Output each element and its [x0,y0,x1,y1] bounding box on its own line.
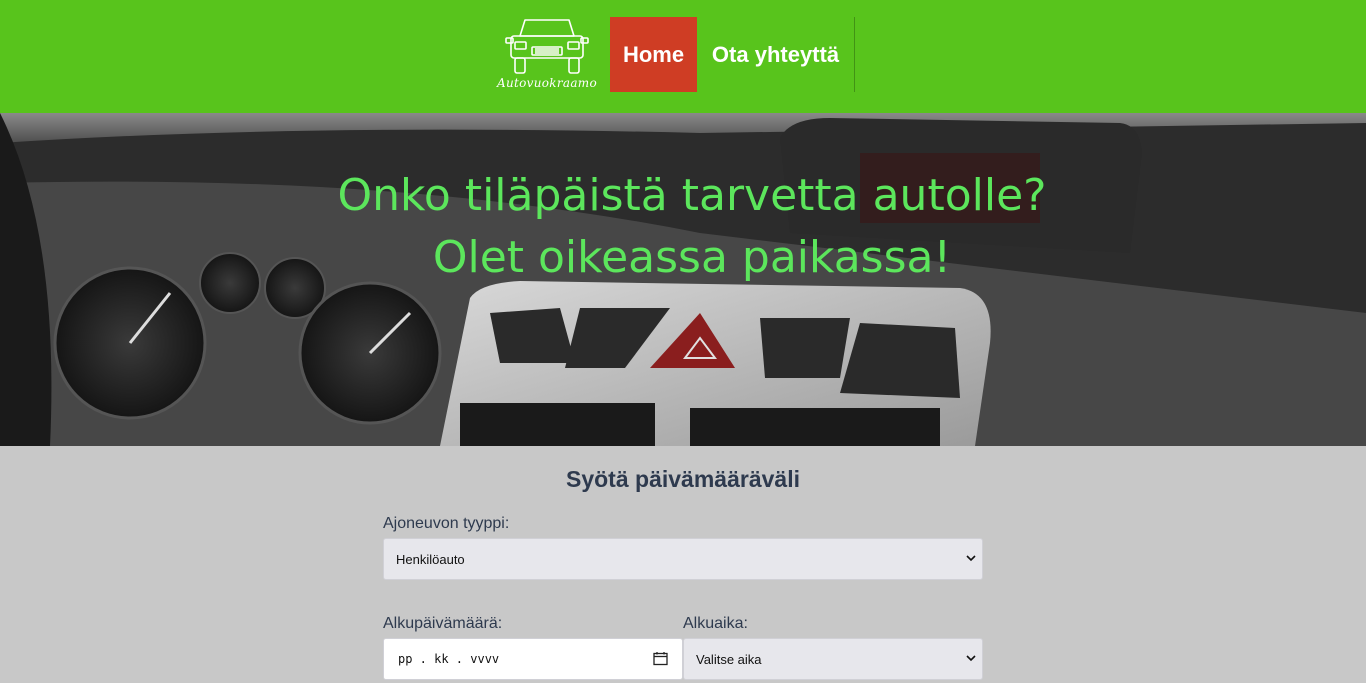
hero-banner: Onko tiläpäistä tarvetta autolle? Olet o… [0,113,1366,446]
start-time-select[interactable]: Valitse aika [683,638,983,680]
chevron-down-icon [966,555,976,562]
start-date-input[interactable]: pp . kk . vvvv [383,638,683,680]
hero-line-2: Olet oikeassa paikassa! [432,232,952,283]
calendar-icon[interactable] [653,651,668,666]
start-date-placeholder: pp . kk . vvvv [398,652,500,666]
nav-contact[interactable]: Ota yhteyttä [697,17,855,92]
vehicle-type-value: Henkilöauto [396,551,465,567]
site-logo[interactable]: Autovuokraamo [494,14,600,94]
start-time-value: Valitse aika [696,651,762,667]
chevron-down-icon [966,655,976,662]
hero-line-1: Onko tiläpäistä tarvetta autolle? [337,170,1047,221]
hero-title: Onko tiläpäistä tarvetta autolle? Olet o… [0,165,1366,289]
vehicle-type-select[interactable]: Henkilöauto [383,538,983,580]
start-date-label: Alkupäivämäärä: [383,615,503,632]
site-header: Autovuokraamo Home Ota yhteyttä [0,0,1366,113]
car-icon [505,19,589,74]
vehicle-type-label: Ajoneuvon tyyppi: [383,515,510,532]
form-title: Syötä päivämääräväli [566,466,800,492]
nav-home[interactable]: Home [610,17,697,92]
logo-text: Autovuokraamo [497,76,597,90]
start-time-label: Alkuaika: [683,615,748,632]
